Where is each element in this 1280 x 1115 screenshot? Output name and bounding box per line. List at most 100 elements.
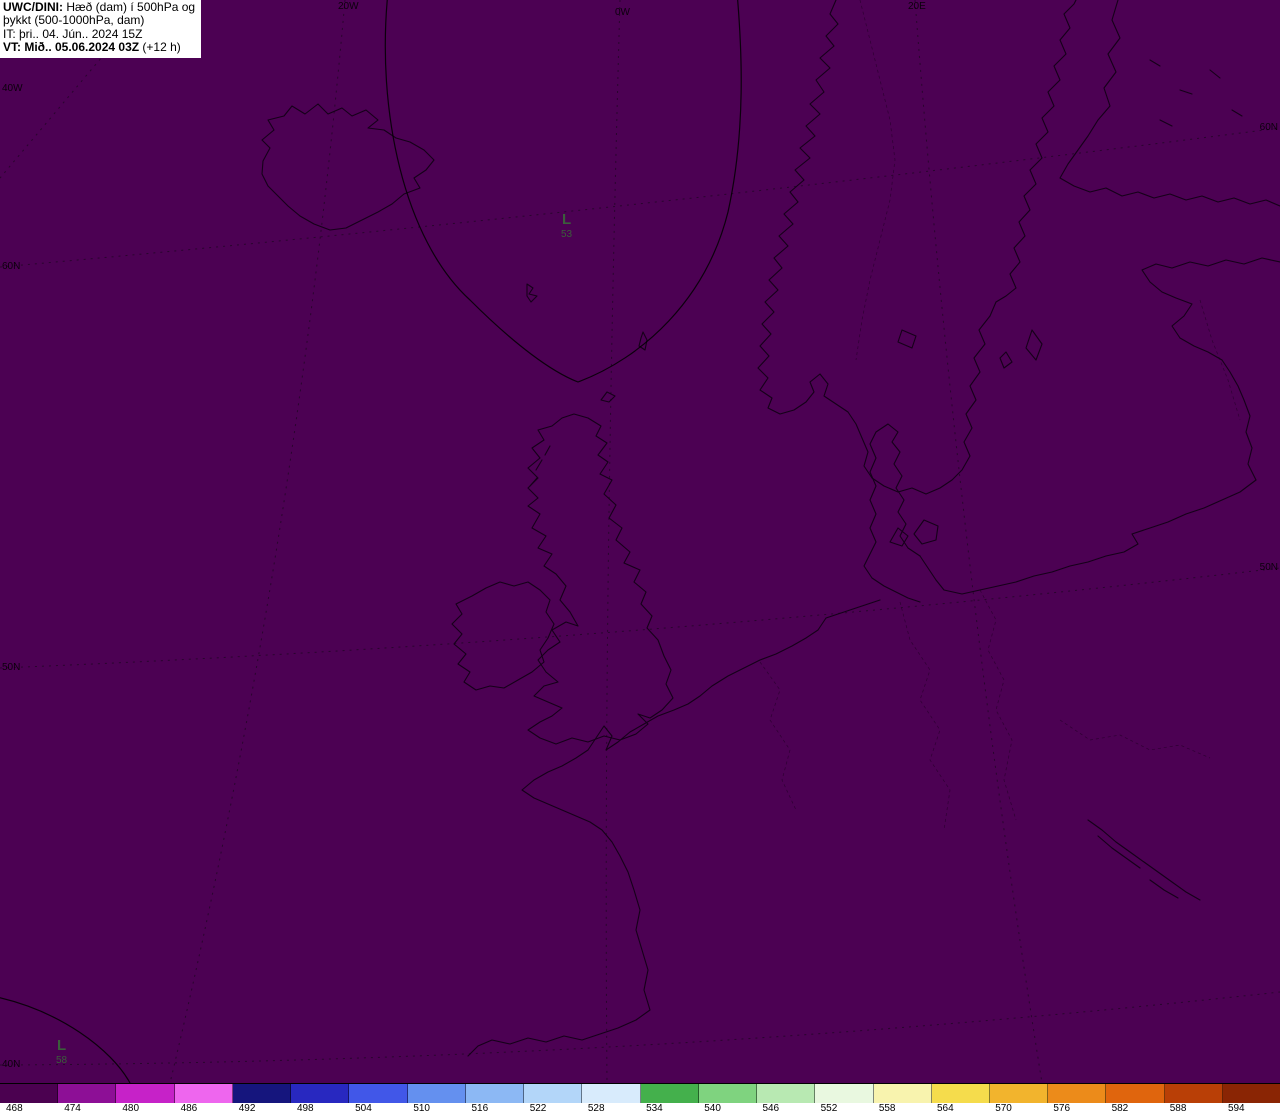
parallel-50n [0, 567, 1280, 669]
graticule [0, 0, 1280, 1083]
germany-czech-border [899, 601, 951, 831]
colorbar-value: 546 [762, 1103, 780, 1114]
colorbar-value: 522 [529, 1103, 547, 1114]
colorbar-value: 588 [1169, 1103, 1187, 1114]
colorbar-value: 474 [64, 1103, 81, 1114]
colorbar-segment [1106, 1084, 1165, 1103]
parallel-label-50n-left: 50N [2, 662, 21, 673]
adriatic-coast [1087, 819, 1201, 901]
colorbar-value: 510 [413, 1103, 430, 1114]
info-line-valid-time: VT: Mið.. 05.06.2024 03Z (+12 h) [3, 41, 195, 54]
low-symbol: L [56, 1037, 67, 1054]
meridian-label-40w: 40W [2, 83, 23, 94]
finland-coast [1059, 0, 1280, 207]
map-canvas [0, 0, 1280, 1083]
france-belgium-border [759, 661, 797, 811]
norway-sweden-border [855, 0, 896, 361]
low-value: 53 [561, 229, 573, 240]
colorbar-value: 570 [995, 1103, 1012, 1114]
colorbar-segment [698, 1084, 758, 1103]
baltic-inland-border [1199, 299, 1241, 421]
colorbar-value: 558 [878, 1103, 896, 1114]
orkney-islands [600, 391, 616, 403]
colorbar-segment [873, 1084, 932, 1103]
parallel-label-40n-left: 40N [2, 1059, 21, 1070]
info-line-init-time: IT: þri.. 04. Jún.. 2024 15Z [3, 26, 143, 41]
germany-poland-border [979, 589, 1017, 821]
parallel-60n [0, 127, 1280, 268]
meridian-label-0w: 0W [615, 7, 630, 18]
colorbar-value: 540 [704, 1103, 721, 1114]
colorbar-segment [349, 1084, 408, 1103]
colorbar-value: 594 [1227, 1103, 1245, 1114]
iceland-coast [261, 103, 435, 231]
colorbar-value: 480 [122, 1103, 140, 1114]
weather-map: UWC/DINI: Hæð (dam) í 500hPa og þykkt (5… [0, 0, 1280, 1115]
colorbar-value: 504 [355, 1103, 372, 1114]
ireland-coast [451, 581, 555, 691]
continental-west-coast [467, 599, 881, 1057]
meridian-20w [169, 0, 346, 1083]
colorbar-segment [174, 1084, 233, 1103]
colorbar-value: 534 [646, 1103, 663, 1114]
colorbar-segment [1164, 1084, 1223, 1103]
colorbar-value: 582 [1111, 1103, 1129, 1114]
hebrides [529, 445, 551, 487]
colorbar-segment [465, 1084, 525, 1103]
coastlines [261, 0, 1280, 1057]
colorbar-value: 468 [6, 1103, 23, 1114]
colorbar-segment [757, 1084, 816, 1103]
colorbar-value: 498 [296, 1103, 314, 1114]
colorbar-segment [58, 1084, 117, 1103]
zealand-island [913, 519, 939, 545]
colorbar-segment [640, 1084, 699, 1103]
finnish-lakes [1149, 59, 1243, 127]
gotland-island [999, 329, 1043, 369]
info-box: UWC/DINI: Hæð (dam) í 500hPa og þykkt (5… [0, 0, 202, 58]
austria-border [1059, 719, 1211, 759]
info-line-product: UWC/DINI: Hæð (dam) í 500hPa og [3, 0, 196, 14]
colorbar-value: 486 [180, 1103, 198, 1114]
colorbar [0, 1083, 1280, 1103]
parallel-label-60n-right: 60N [1259, 122, 1278, 133]
lake-vanern [897, 329, 917, 349]
great-britain-coast [527, 413, 674, 745]
colorbar-segment [582, 1084, 641, 1103]
low-pressure-marker-2: L 58 [56, 1038, 67, 1066]
low-value: 58 [56, 1055, 68, 1066]
parallel-40n [0, 991, 1280, 1066]
colorbar-segment [524, 1084, 583, 1103]
meridian-label-20w: 20W [338, 1, 359, 12]
colorbar-value: 528 [587, 1103, 605, 1114]
colorbar-value: 564 [937, 1103, 954, 1114]
colorbar-value: 492 [238, 1103, 256, 1114]
colorbar-value: 576 [1053, 1103, 1071, 1114]
valid-offset: (+12 h) [139, 40, 181, 55]
colorbar-segment [407, 1084, 466, 1103]
parallel-label-50n-right: 50N [1259, 562, 1278, 573]
product-prefix: UWC/DINI: [3, 0, 63, 14]
low-pressure-marker-1: L 53 [561, 212, 572, 240]
height-contour-53 [384, 0, 742, 383]
denmark-coast [863, 423, 921, 603]
product-description: Hæð (dam) í 500hPa og [63, 0, 196, 14]
parallel-label-60n-left: 60N [2, 261, 21, 272]
scandinavia-coast [757, 0, 1077, 495]
meridian-label-20e: 20E [908, 1, 926, 12]
colorbar-segment [232, 1084, 292, 1103]
baltic-east-coast [1141, 257, 1280, 481]
colorbar-value: 516 [471, 1103, 489, 1114]
colorbar-value: 552 [820, 1103, 838, 1114]
colorbar-segment [0, 1084, 59, 1103]
colorbar-labels: 468 474 480 486 492 498 504 510 516 522 528 534 540 5… [0, 1103, 1280, 1115]
colorbar-segment [1048, 1084, 1107, 1103]
colorbar-segment [931, 1084, 990, 1103]
info-line-product-2: þykkt (500-1000hPa, dam) [3, 13, 145, 28]
colorbar-segment [815, 1084, 874, 1103]
colorbar-segment [1222, 1084, 1280, 1103]
meridian-20e [914, 0, 1043, 1083]
colorbar-segment [116, 1084, 175, 1103]
faroe-islands [526, 283, 538, 303]
colorbar-segment [291, 1084, 350, 1103]
valid-time: VT: Mið.. 05.06.2024 03Z [3, 40, 140, 55]
